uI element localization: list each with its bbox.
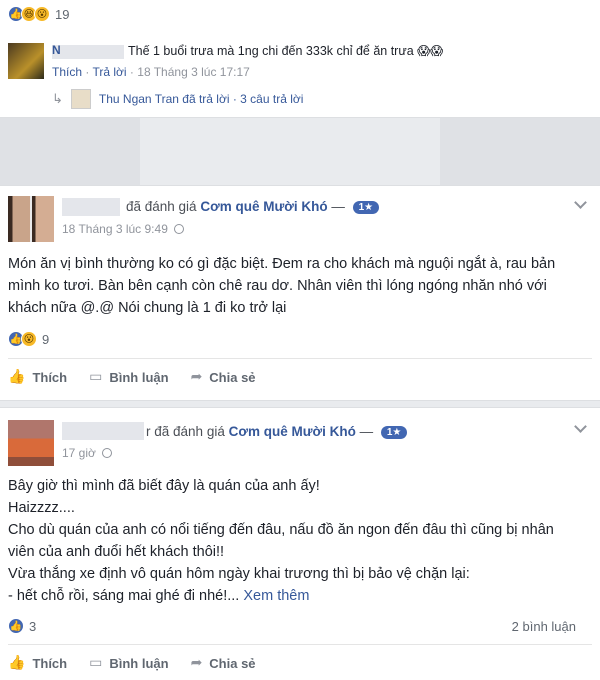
post-2-action-bar: 👍 Thích ▭ Bình luận ➦ Chia sẻ — [8, 655, 278, 671]
thumbs-up-icon: 👍 — [8, 655, 26, 671]
comment-label: Bình luận — [109, 369, 169, 385]
post-2-line-last: - hết chỗ rồi, sáng mai ghé đi nhé!... X… — [8, 585, 578, 607]
post-1-separator: — — [331, 199, 345, 214]
post-2-line: Haizzzz.... — [8, 500, 75, 516]
comment-thread-card: 👍 😆 😮 19 N Thế 1 buổi trưa mà 1ng chi đế… — [0, 0, 600, 118]
share-icon: ➦ — [190, 655, 203, 671]
post-1-time: 18 Tháng 3 lúc 9:49 — [62, 222, 184, 236]
reply-summary[interactable]: ↳ Thu Ngan Tran đã trả lời · 3 câu trả l… — [52, 89, 303, 109]
reaction-summary[interactable]: 👍 😆 😮 19 — [8, 6, 69, 22]
post-2-verb: đã đánh giá — [154, 424, 225, 439]
like-label: Thích — [32, 369, 68, 385]
commenter-name-redacted[interactable] — [52, 45, 124, 59]
post-2-line: Bây giờ thì mình đã biết đây là quán của… — [8, 478, 320, 494]
post-1-verb: đã đánh giá — [126, 199, 197, 214]
like-reaction-icon: 👍 — [8, 618, 24, 634]
comment-label: Bình luận — [109, 655, 169, 671]
post-2-comment-button[interactable]: ▭ Bình luận — [89, 655, 168, 671]
reviewer-1-avatar[interactable] — [8, 196, 54, 242]
post-2-share-button[interactable]: ➦ Chia sẻ — [191, 655, 256, 671]
commenter-avatar[interactable] — [8, 43, 44, 79]
post-2-rating-badge: 1★ — [380, 425, 408, 439]
divider — [8, 358, 592, 359]
post-1-reaction-count: 9 — [42, 331, 50, 347]
share-label: Chia sẻ — [209, 655, 256, 671]
share-icon: ➦ — [190, 369, 203, 385]
post-1-paragraph: Món ăn vị bình thường ko có gì đặc biệt.… — [8, 256, 556, 316]
comment-text: Thế 1 buổi trưa mà 1ng chi đến 333k chỉ … — [128, 44, 444, 58]
reaction-count: 19 — [55, 6, 70, 22]
post-1-like-button[interactable]: 👍 Thích — [8, 369, 67, 385]
gap-shade — [0, 118, 140, 185]
reviewer-1-name-redacted[interactable] — [62, 198, 120, 216]
commenter-name-initial[interactable]: N — [52, 43, 61, 57]
replier-avatar — [70, 89, 91, 109]
post-2-reaction-count: 3 — [29, 618, 37, 634]
post-2-page-link[interactable]: Cơm quê Mười Khó — [229, 424, 356, 439]
gap-shade — [440, 118, 600, 185]
globe-icon — [101, 448, 112, 458]
post-1-reactions[interactable]: 👍 😮 9 — [8, 331, 49, 347]
see-more-link[interactable]: Xem thêm — [243, 588, 309, 604]
wow-reaction-icon: 😮 — [34, 6, 50, 22]
like-label: Thích — [32, 655, 68, 671]
reply-summary-text[interactable]: Thu Ngan Tran đã trả lời · 3 câu trả lời — [99, 92, 304, 106]
post-1-action-bar: 👍 Thích ▭ Bình luận ➦ Chia sẻ — [8, 369, 278, 385]
post-2-reactions[interactable]: 👍 3 — [8, 618, 36, 634]
comment-meta: Thích · Trả lời · 18 Tháng 3 lúc 17:17 — [52, 65, 250, 79]
wow-reaction-icon: 😮 — [21, 331, 37, 347]
comment-reply-link[interactable]: Trả lời — [92, 65, 126, 79]
reply-arrow-icon: ↳ — [52, 91, 63, 106]
post-2-time: 17 giờ — [62, 446, 112, 460]
post-1-page-link[interactable]: Cơm quê Mười Khó — [200, 199, 327, 214]
feed-gap — [0, 118, 600, 185]
post-1-body: Món ăn vị bình thường ko có gì đặc biệt.… — [8, 253, 578, 319]
comment-icon: ▭ — [89, 369, 103, 385]
comment-icon: ▭ — [89, 655, 103, 671]
post-2-line: - hết chỗ rồi, sáng mai ghé đi nhé!... — [8, 588, 240, 604]
comment-like-link[interactable]: Thích — [52, 65, 82, 79]
share-label: Chia sẻ — [209, 369, 256, 385]
post-2-timestamp[interactable]: 17 giờ — [62, 446, 96, 460]
thumbs-up-icon: 👍 — [8, 369, 26, 385]
post-1-header: đã đánh giá Cơm quê Mười Khó — 1★ — [126, 199, 380, 214]
post-2-line: Cho dù quán của anh có nổi tiếng đến đâu… — [8, 522, 554, 560]
reviewer-2-avatar[interactable] — [8, 420, 54, 466]
reviewer-2-name-redacted[interactable] — [62, 422, 144, 440]
comment-timestamp[interactable]: 18 Tháng 3 lúc 17:17 — [137, 65, 250, 79]
post-2-header: r đã đánh giá Cơm quê Mười Khó — 1★ — [146, 424, 408, 439]
post-2-line: Vừa thắng xe định vô quán hôm ngày khai … — [8, 566, 470, 582]
post-2-name-suffix[interactable]: r — [146, 424, 151, 439]
post-1-share-button[interactable]: ➦ Chia sẻ — [191, 369, 256, 385]
post-1-timestamp[interactable]: 18 Tháng 3 lúc 9:49 — [62, 222, 168, 236]
post-2-separator: — — [359, 424, 374, 439]
post-1-rating-badge: 1★ — [352, 200, 380, 214]
post-2-body: Bây giờ thì mình đã biết đây là quán của… — [8, 475, 578, 607]
post-1-comment-button[interactable]: ▭ Bình luận — [89, 369, 168, 385]
divider — [8, 644, 592, 645]
post-2-comment-count[interactable]: 2 bình luận — [512, 619, 576, 634]
post-2-like-button[interactable]: 👍 Thích — [8, 655, 67, 671]
globe-icon — [173, 224, 184, 234]
